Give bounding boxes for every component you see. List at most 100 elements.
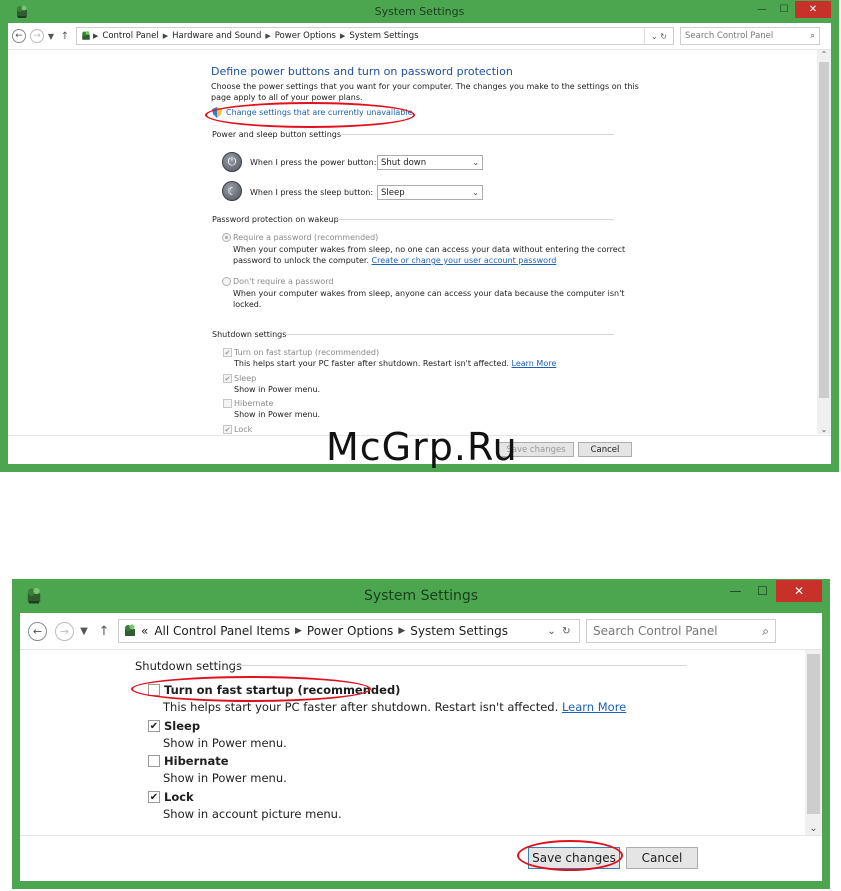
learn-more-link[interactable]: Learn More	[562, 700, 626, 714]
breadcrumb-control-panel[interactable]: Control Panel	[99, 31, 161, 41]
minimize-button[interactable]: —	[751, 1, 773, 18]
intro-text-2: page apply to all of your power plans.	[211, 93, 363, 102]
close-button[interactable]: ✕	[795, 1, 831, 18]
scroll-up-icon[interactable]: ⌃	[817, 50, 831, 59]
breadcrumb-system-settings[interactable]: System Settings	[407, 624, 511, 638]
vertical-scrollbar[interactable]: ⌄	[805, 650, 822, 836]
change-settings-link[interactable]: Change settings that are currently unava…	[226, 108, 413, 117]
intro-text-1: Choose the power settings that you want …	[211, 82, 639, 91]
sleep-checkbox[interactable]: ✔	[223, 374, 232, 383]
maximize-button[interactable]: ☐	[749, 580, 776, 602]
close-button[interactable]: ✕	[776, 580, 822, 602]
search-icon[interactable]: ⌕	[762, 620, 769, 642]
require-password-radio[interactable]	[222, 233, 231, 242]
vertical-scrollbar[interactable]: ⌃ ⌄	[817, 50, 831, 434]
no-password-radio[interactable]	[222, 277, 231, 286]
recent-pages-dropdown-icon[interactable]: ▼	[44, 32, 58, 41]
password-section-title: Password protection on wakeup	[212, 215, 339, 224]
chevron-right-icon: ▶	[339, 32, 346, 40]
sleep-checkbox-desc: Show in Power menu.	[163, 736, 287, 750]
cancel-button[interactable]: Cancel	[626, 847, 698, 869]
forward-button[interactable]: →	[55, 621, 74, 641]
sleep-button-select[interactable]: Sleep ⌄	[377, 185, 483, 200]
search-input[interactable]: Search Control Panel ⌕	[586, 619, 776, 643]
breadcrumb[interactable]: ▶ Control Panel ▶ Hardware and Sound ▶ P…	[76, 27, 674, 45]
chevron-right-icon: ▶	[398, 626, 406, 636]
up-arrow-icon[interactable]: ↑	[58, 31, 72, 42]
search-placeholder: Search Control Panel	[685, 31, 774, 41]
up-arrow-icon[interactable]: ↑	[94, 624, 114, 639]
divider	[285, 334, 614, 335]
admin-shield-icon	[212, 107, 222, 118]
address-bar: ← → ▼ ↑ ▶ Control Panel ▶ Hardware and S…	[8, 23, 831, 50]
window-title: System Settings	[374, 5, 465, 18]
title-bar[interactable]: System Settings — ☐ ✕	[20, 580, 822, 613]
breadcrumb-power-options[interactable]: Power Options	[304, 624, 396, 638]
power-button-label: When I press the power button:	[250, 158, 377, 167]
power-button-select[interactable]: Shut down ⌄	[377, 155, 483, 170]
fast-startup-desc-text: This helps start your PC faster after sh…	[163, 700, 559, 714]
hibernate-checkbox-desc: Show in Power menu.	[163, 771, 287, 785]
hibernate-checkbox[interactable]	[223, 399, 232, 408]
breadcrumb-system-settings[interactable]: System Settings	[346, 31, 421, 41]
back-button[interactable]: ←	[28, 621, 47, 641]
minimize-button[interactable]: —	[722, 580, 749, 602]
hibernate-checkbox-label: Hibernate	[164, 754, 229, 768]
fast-startup-desc: This helps start your PC faster after sh…	[163, 700, 626, 714]
lock-checkbox-label: Lock	[164, 790, 194, 804]
create-password-link[interactable]: Create or change your user account passw…	[372, 256, 557, 265]
breadcrumb-all-control-panel-items[interactable]: All Control Panel Items	[151, 624, 293, 638]
system-settings-window-top: System Settings — ☐ ✕ ← → ▼ ↑ ▶ Control …	[0, 0, 839, 472]
search-icon[interactable]: ⌕	[810, 28, 815, 44]
recent-pages-dropdown-icon[interactable]: ▼	[74, 626, 94, 637]
fast-startup-checkbox[interactable]: ✔	[223, 348, 232, 357]
sleep-checkbox[interactable]: ✔	[148, 720, 160, 732]
power-button-value: Shut down	[381, 157, 427, 168]
breadcrumb[interactable]: « All Control Panel Items ▶ Power Option…	[118, 619, 580, 643]
lock-checkbox[interactable]: ✔	[148, 791, 160, 803]
divider	[341, 134, 614, 135]
require-password-label: Require a password (recommended)	[233, 233, 379, 242]
sleep-checkbox-label: Sleep	[164, 719, 201, 733]
require-password-desc-2-text: password to unlock the computer.	[233, 256, 369, 265]
sleep-button-label: When I press the sleep button:	[250, 188, 374, 197]
control-panel-icon	[82, 31, 90, 40]
back-button[interactable]: ←	[12, 29, 26, 43]
shutdown-section-title: Shutdown settings	[135, 659, 242, 673]
search-input[interactable]: Search Control Panel ⌕	[680, 27, 820, 45]
chevron-down-icon[interactable]: ⌄	[547, 626, 555, 637]
fast-startup-checkbox[interactable]	[148, 684, 160, 696]
breadcrumb-hardware-and-sound[interactable]: Hardware and Sound	[169, 31, 264, 41]
forward-button[interactable]: →	[30, 29, 44, 43]
lock-checkbox[interactable]: ✔	[223, 425, 232, 434]
address-bar: ← → ▼ ↑ « All Control Panel Items ▶ Powe…	[20, 613, 822, 650]
title-bar[interactable]: System Settings — ☐ ✕	[8, 1, 831, 23]
hibernate-checkbox[interactable]	[148, 755, 160, 767]
chevron-right-icon: ▶	[265, 32, 271, 40]
no-password-desc-1: When your computer wakes from sleep, any…	[233, 289, 625, 298]
no-password-desc-2: locked.	[233, 300, 262, 309]
chevron-right-icon: ▶	[162, 32, 169, 40]
refresh-icon[interactable]: ↻	[562, 626, 570, 637]
scroll-down-icon[interactable]: ⌄	[805, 823, 822, 834]
scrollbar-thumb[interactable]	[807, 654, 820, 814]
divider	[335, 219, 614, 220]
save-button[interactable]: Save changes	[528, 847, 620, 869]
cancel-button[interactable]: Cancel	[578, 442, 632, 457]
sleep-checkbox-desc: Show in Power menu.	[234, 385, 321, 394]
fast-startup-label: Turn on fast startup (recommended)	[234, 348, 380, 357]
power-button-icon: ⏻	[222, 152, 242, 172]
learn-more-link[interactable]: Learn More	[512, 359, 557, 368]
scrollbar-thumb[interactable]	[819, 62, 829, 398]
system-settings-window-bottom: System Settings — ☐ ✕ ← → ▼ ↑ « All Cont…	[12, 579, 830, 889]
chevron-right-icon: ▶	[294, 626, 302, 636]
maximize-button[interactable]: ☐	[773, 1, 795, 18]
require-password-desc-1: When your computer wakes from sleep, no …	[233, 245, 626, 254]
breadcrumb-power-options[interactable]: Power Options	[272, 31, 339, 41]
chevron-down-icon[interactable]: ⌄	[651, 32, 658, 41]
require-password-desc-2: password to unlock the computer. Create …	[233, 256, 556, 265]
scroll-down-icon[interactable]: ⌄	[817, 425, 831, 434]
refresh-icon[interactable]: ↻	[660, 32, 667, 41]
breadcrumb-overflow[interactable]: «	[138, 624, 151, 638]
divider	[233, 665, 687, 666]
